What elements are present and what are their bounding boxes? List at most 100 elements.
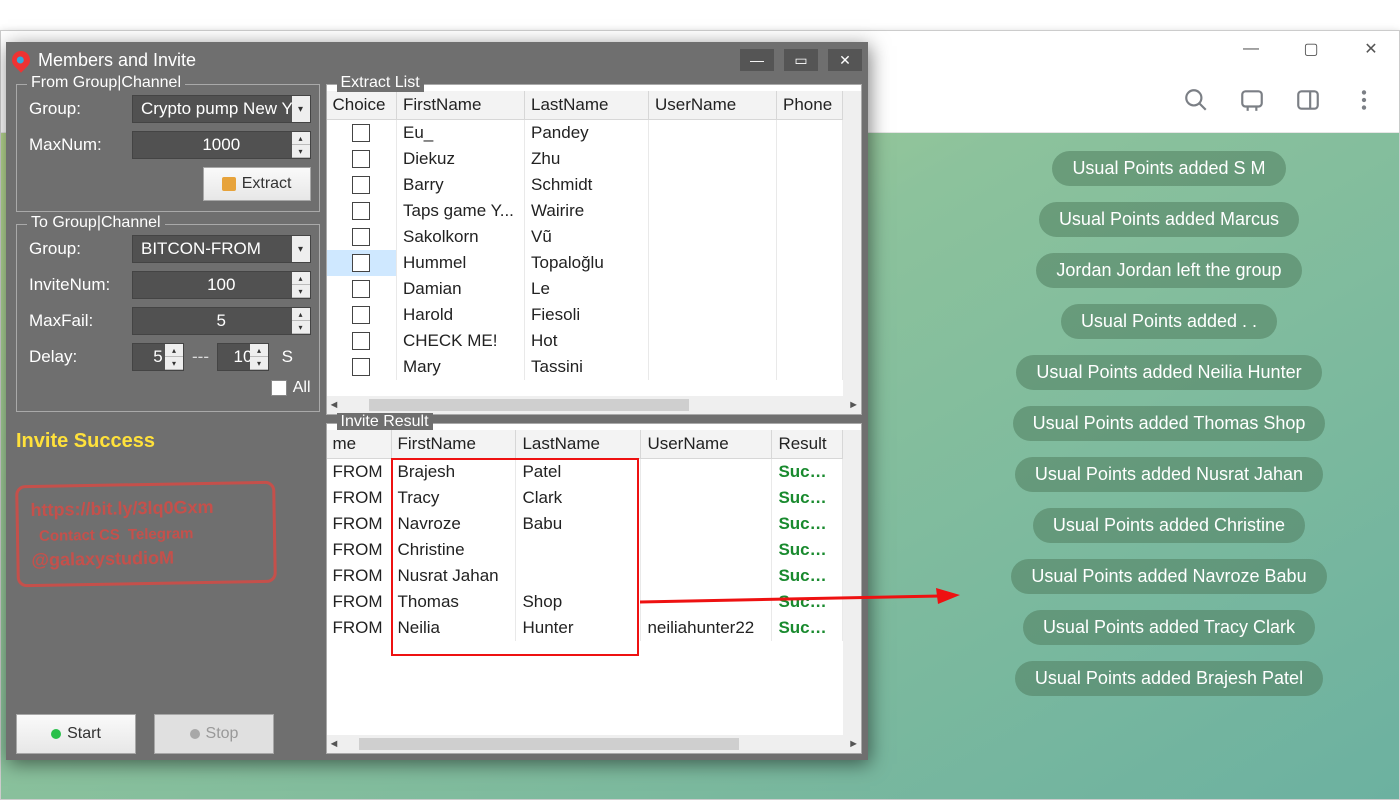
to-group-combo[interactable]: BITCON-FROM ▾ [132, 235, 311, 263]
col-username[interactable]: UserName [649, 91, 777, 120]
tg-service-message: Usual Points added Marcus [1039, 202, 1299, 237]
members-invite-window: Members and Invite — ▭ ✕ From Group|Chan… [6, 42, 868, 760]
cell-username [649, 328, 777, 354]
tg-close-icon[interactable]: ✕ [1351, 35, 1391, 63]
app-maximize-icon[interactable]: ▭ [784, 49, 818, 71]
extract-table[interactable]: Choice FirstName LastName UserName Phone… [327, 91, 844, 380]
table-row[interactable]: FROMThomasShopSucces [327, 589, 843, 615]
start-button[interactable]: Start [16, 714, 136, 754]
row-checkbox[interactable] [352, 358, 370, 376]
cell-username [649, 172, 777, 198]
result-hscroll[interactable]: ◄► [327, 735, 862, 753]
table-row[interactable]: CHECK ME!Hot [327, 328, 843, 354]
col-firstname[interactable]: FirstName [391, 430, 516, 459]
tg-service-message: Usual Points added Neilia Hunter [1016, 355, 1321, 390]
cell-lastname: Hunter [516, 615, 641, 641]
spinner-icon[interactable]: ▴▾ [165, 344, 183, 370]
cell-firstname: Mary [397, 354, 525, 380]
tg-service-message: Usual Points added Nusrat Jahan [1015, 457, 1323, 492]
spinner-icon[interactable]: ▴▾ [292, 132, 310, 158]
tg-service-message: Usual Points added Brajesh Patel [1015, 661, 1323, 696]
row-checkbox[interactable] [352, 306, 370, 324]
col-me[interactable]: me [327, 430, 392, 459]
table-row[interactable]: FROMBrajeshPatelSucces [327, 459, 843, 486]
extract-button-label: Extract [242, 175, 292, 193]
col-lastname[interactable]: LastName [516, 430, 641, 459]
cell-lastname: Shop [516, 589, 641, 615]
col-phone[interactable]: Phone [777, 91, 843, 120]
cell-lastname: Tassini [525, 354, 649, 380]
table-row[interactable]: DamianLe [327, 276, 843, 302]
table-row[interactable]: FROMChristineSucces [327, 537, 843, 563]
more-icon[interactable] [1351, 87, 1377, 113]
cell-lastname [516, 537, 641, 563]
all-checkbox[interactable]: All [271, 379, 311, 397]
table-row[interactable]: FROMNeiliaHunterneiliahunter22Succes [327, 615, 843, 641]
cell-firstname: Nusrat Jahan [391, 563, 516, 589]
cell-username [649, 276, 777, 302]
row-checkbox[interactable] [352, 254, 370, 272]
table-row[interactable]: BarrySchmidt [327, 172, 843, 198]
invite-result-box: Invite Result me FirstName LastName User… [326, 423, 863, 754]
col-choice[interactable]: Choice [327, 91, 397, 120]
maxfail-input[interactable]: 5 ▴▾ [132, 307, 311, 335]
app-minimize-icon[interactable]: — [740, 49, 774, 71]
checkbox-icon[interactable] [271, 380, 287, 396]
col-firstname[interactable]: FirstName [397, 91, 525, 120]
extract-button[interactable]: Extract [203, 167, 311, 201]
cell-lastname [516, 563, 641, 589]
table-row[interactable]: MaryTassini [327, 354, 843, 380]
table-row[interactable]: HummelTopaloğlu [327, 250, 843, 276]
col-username[interactable]: UserName [641, 430, 772, 459]
app-close-icon[interactable]: ✕ [828, 49, 862, 71]
spinner-icon[interactable]: ▴▾ [292, 308, 310, 334]
tg-minimize-icon[interactable]: — [1231, 35, 1271, 63]
row-checkbox[interactable] [352, 228, 370, 246]
table-row[interactable]: Eu_Pandey [327, 120, 843, 147]
app-title: Members and Invite [38, 50, 732, 71]
extract-hscroll[interactable]: ◄► [327, 396, 862, 414]
result-vscroll[interactable] [843, 430, 861, 735]
row-checkbox[interactable] [352, 202, 370, 220]
cell-firstname: Brajesh [391, 459, 516, 486]
cell-result: Succes [772, 485, 843, 511]
cell-me: FROM [327, 615, 392, 641]
cell-me: FROM [327, 459, 392, 486]
app-logo-icon [8, 47, 33, 72]
tg-maximize-icon[interactable]: ▢ [1291, 35, 1331, 63]
chevron-down-icon[interactable]: ▾ [292, 96, 310, 122]
row-checkbox[interactable] [352, 332, 370, 350]
stop-button[interactable]: Stop [154, 714, 274, 754]
row-checkbox[interactable] [352, 176, 370, 194]
comment-icon[interactable] [1239, 87, 1265, 113]
row-checkbox[interactable] [352, 150, 370, 168]
row-checkbox[interactable] [352, 124, 370, 142]
cell-username [641, 485, 772, 511]
delay-max-input[interactable]: 10 ▴▾ [217, 343, 269, 371]
from-group-combo[interactable]: Crypto pump New Yc ▾ [132, 95, 311, 123]
search-icon[interactable] [1183, 87, 1209, 113]
table-row[interactable]: HaroldFiesoli [327, 302, 843, 328]
table-row[interactable]: DiekuzZhu [327, 146, 843, 172]
cell-me: FROM [327, 563, 392, 589]
table-row[interactable]: FROMNavrozeBabuSucces [327, 511, 843, 537]
from-maxnum-input[interactable]: 1000 ▴▾ [132, 131, 311, 159]
invitenum-input[interactable]: 100 ▴▾ [132, 271, 311, 299]
row-checkbox[interactable] [352, 280, 370, 298]
delay-min-input[interactable]: 5 ▴▾ [132, 343, 184, 371]
panel-icon[interactable] [1295, 87, 1321, 113]
spinner-icon[interactable]: ▴▾ [292, 272, 310, 298]
col-lastname[interactable]: LastName [525, 91, 649, 120]
table-row[interactable]: FROMNusrat JahanSucces [327, 563, 843, 589]
table-row[interactable]: SakolkornVũ [327, 224, 843, 250]
table-row[interactable]: Taps game Y...Wairire [327, 198, 843, 224]
spinner-icon[interactable]: ▴▾ [250, 344, 268, 370]
cell-result: Succes [772, 459, 843, 486]
col-result[interactable]: Result [772, 430, 843, 459]
chevron-down-icon[interactable]: ▾ [292, 236, 310, 262]
result-table[interactable]: me FirstName LastName UserName Result FR… [327, 430, 844, 641]
extract-vscroll[interactable] [843, 91, 861, 396]
table-row[interactable]: FROMTracyClarkSucces [327, 485, 843, 511]
delay-unit: S [277, 347, 293, 367]
cell-phone [777, 224, 843, 250]
